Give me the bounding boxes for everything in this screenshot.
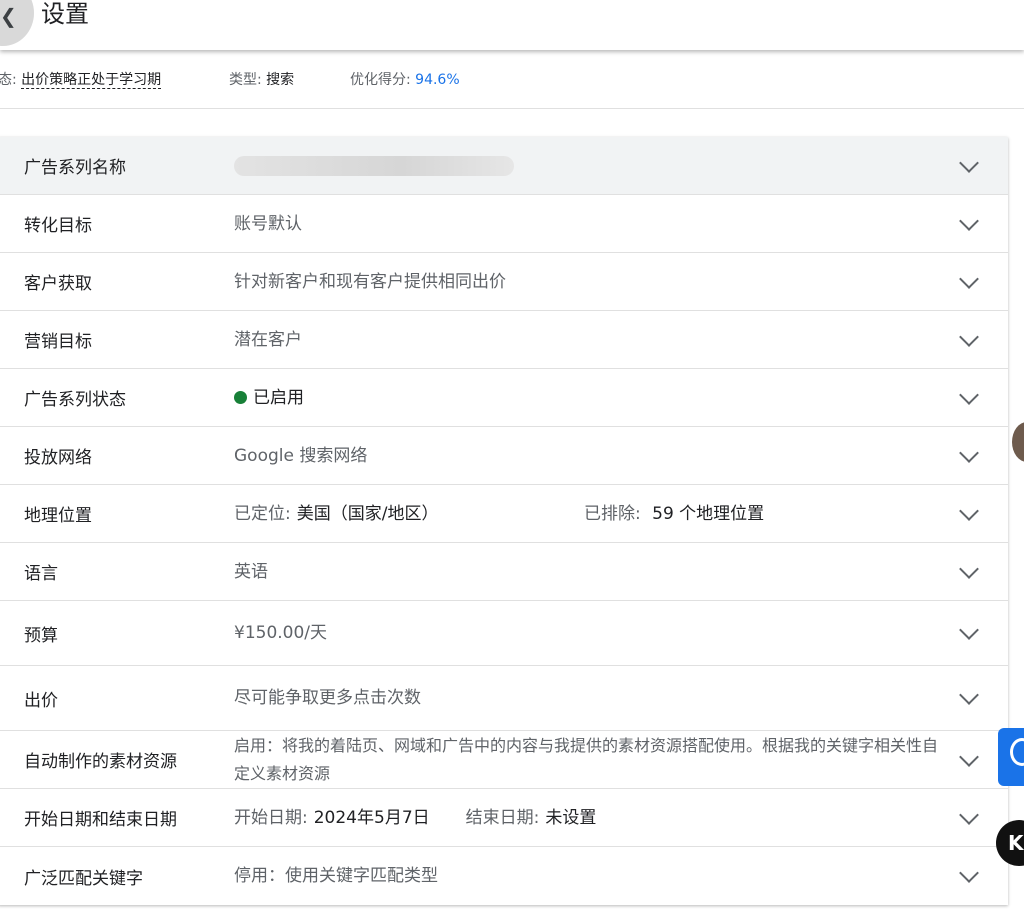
setting-label: 广告系列名称 xyxy=(24,158,126,178)
setting-label: 客户获取 xyxy=(24,274,92,294)
score-label: 优化得分: xyxy=(350,72,411,88)
back-arrow-icon: ❮ xyxy=(0,4,17,28)
chevron-down-icon[interactable] xyxy=(959,326,979,347)
bid-strategy-status[interactable]: 态: 出价策略正处于学习期 xyxy=(0,60,162,100)
setting-value: Google 搜索网络 xyxy=(234,445,368,466)
setting-label: 语言 xyxy=(24,564,58,584)
assistant-widget-button[interactable] xyxy=(998,728,1024,786)
chevron-down-icon[interactable] xyxy=(959,210,979,231)
campaign-status-bar: 态: 出价策略正处于学习期 类型: 搜索 优化得分: 94.6% xyxy=(0,60,1024,100)
end-date-value: 未设置 xyxy=(545,807,597,828)
chevron-down-icon[interactable] xyxy=(959,804,979,825)
setting-label: 营销目标 xyxy=(24,332,92,352)
setting-row-locations[interactable]: 地理位置 已定位: 美国（国家/地区） 已排除: 59 个地理位置 xyxy=(0,485,1008,543)
chevron-down-icon[interactable] xyxy=(959,500,979,521)
setting-row-broad-match-keywords[interactable]: 广泛匹配关键字 停用：使用关键字匹配类型 xyxy=(0,847,1008,905)
setting-row-conversion-goals[interactable]: 转化目标 账号默认 xyxy=(0,195,1008,253)
excluded-locations: 已排除: 59 个地理位置 xyxy=(584,500,764,528)
start-date-value: 2024年5月7日 xyxy=(313,807,430,828)
chevron-down-icon[interactable] xyxy=(959,863,979,883)
chevron-down-icon[interactable] xyxy=(959,558,979,579)
status-dot-icon xyxy=(234,391,247,404)
excluded-label: 已排除: xyxy=(584,503,641,524)
setting-row-languages[interactable]: 语言 英语 xyxy=(0,543,1008,601)
chevron-down-icon[interactable] xyxy=(959,268,979,289)
campaign-type: 类型: 搜索 xyxy=(229,60,294,100)
setting-row-campaign-status[interactable]: 广告系列状态 已启用 xyxy=(0,369,1008,427)
chevron-down-icon[interactable] xyxy=(959,152,979,173)
setting-label: 自动制作的素材资源 xyxy=(24,752,177,772)
status-text: 已启用 xyxy=(253,387,304,408)
locations-value: 已定位: 美国（国家/地区） 已排除: 59 个地理位置 xyxy=(234,485,938,542)
assistant-icon xyxy=(1010,738,1024,766)
setting-value: 账号默认 xyxy=(234,213,302,234)
setting-label: 广告系列状态 xyxy=(24,390,126,410)
setting-row-networks[interactable]: 投放网络 Google 搜索网络 xyxy=(0,427,1008,485)
back-button[interactable]: ❮ xyxy=(0,0,34,46)
setting-label: 出价 xyxy=(24,690,58,711)
user-avatar[interactable] xyxy=(1012,422,1024,462)
setting-label: 预算 xyxy=(24,625,58,646)
setting-label: 地理位置 xyxy=(24,506,92,526)
score-value[interactable]: 94.6% xyxy=(415,72,459,88)
campaign-name-value xyxy=(234,137,938,194)
divider xyxy=(0,108,1024,109)
start-date-label: 开始日期: xyxy=(234,807,308,828)
dates-value: 开始日期: 2024年5月7日 结束日期: 未设置 xyxy=(234,789,938,846)
setting-value: 潜在客户 xyxy=(234,329,302,350)
setting-label: 投放网络 xyxy=(24,448,92,468)
status-value[interactable]: 出价策略正处于学习期 xyxy=(21,72,162,89)
targeted-label: 已定位: xyxy=(234,503,291,524)
chevron-down-icon[interactable] xyxy=(959,685,979,705)
end-date-label: 结束日期: xyxy=(465,807,540,828)
setting-row-automatically-created-assets[interactable]: 自动制作的素材资源 启用：将我的着陆页、网域和广告中的内容与我提供的素材资源搭配… xyxy=(0,731,1008,789)
type-value: 搜索 xyxy=(266,72,295,88)
setting-row-campaign-name[interactable]: 广告系列名称 xyxy=(0,137,1008,195)
setting-row-budget[interactable]: 预算 ¥150.00/天 xyxy=(0,601,1008,666)
setting-row-start-end-dates[interactable]: 开始日期和结束日期 开始日期: 2024年5月7日 结束日期: 未设置 xyxy=(0,789,1008,847)
status-label: 态: xyxy=(0,72,17,88)
setting-label: 广泛匹配关键字 xyxy=(24,868,143,889)
excluded-value: 59 个地理位置 xyxy=(652,503,765,524)
chevron-down-icon[interactable] xyxy=(959,620,979,640)
page-title: 设置 xyxy=(41,0,89,28)
setting-label: 开始日期和结束日期 xyxy=(24,810,177,830)
setting-row-bidding[interactable]: 出价 尽可能争取更多点击次数 xyxy=(0,666,1008,731)
setting-label: 转化目标 xyxy=(24,216,92,236)
targeted-value: 美国（国家/地区） xyxy=(296,503,439,524)
settings-panel: 广告系列名称 转化目标 账号默认 客户获取 针对新客户和现有客户提供相同出价 营… xyxy=(0,137,1008,905)
optimization-score[interactable]: 优化得分: 94.6% xyxy=(350,60,460,100)
chevron-down-icon[interactable] xyxy=(959,442,979,463)
setting-value: 启用：将我的着陆页、网域和广告中的内容与我提供的素材资源搭配使用。根据我的关键字… xyxy=(234,735,939,783)
setting-value: ¥150.00/天 xyxy=(234,623,328,643)
setting-value: 尽可能争取更多点击次数 xyxy=(234,688,421,708)
setting-value: 停用：使用关键字匹配类型 xyxy=(234,866,438,886)
status-value: 已启用 xyxy=(234,369,938,426)
setting-row-marketing-objective[interactable]: 营销目标 潜在客户 xyxy=(0,311,1008,369)
setting-row-customer-acquisition[interactable]: 客户获取 针对新客户和现有客户提供相同出价 xyxy=(0,253,1008,311)
setting-value: 英语 xyxy=(234,561,268,582)
chevron-down-icon[interactable] xyxy=(959,384,979,405)
setting-value: 针对新客户和现有客户提供相同出价 xyxy=(234,271,506,292)
type-label: 类型: xyxy=(229,72,262,88)
redacted-campaign-name xyxy=(234,155,514,176)
top-app-bar: ❮ 设置 xyxy=(0,0,1024,50)
chevron-down-icon[interactable] xyxy=(959,746,979,767)
